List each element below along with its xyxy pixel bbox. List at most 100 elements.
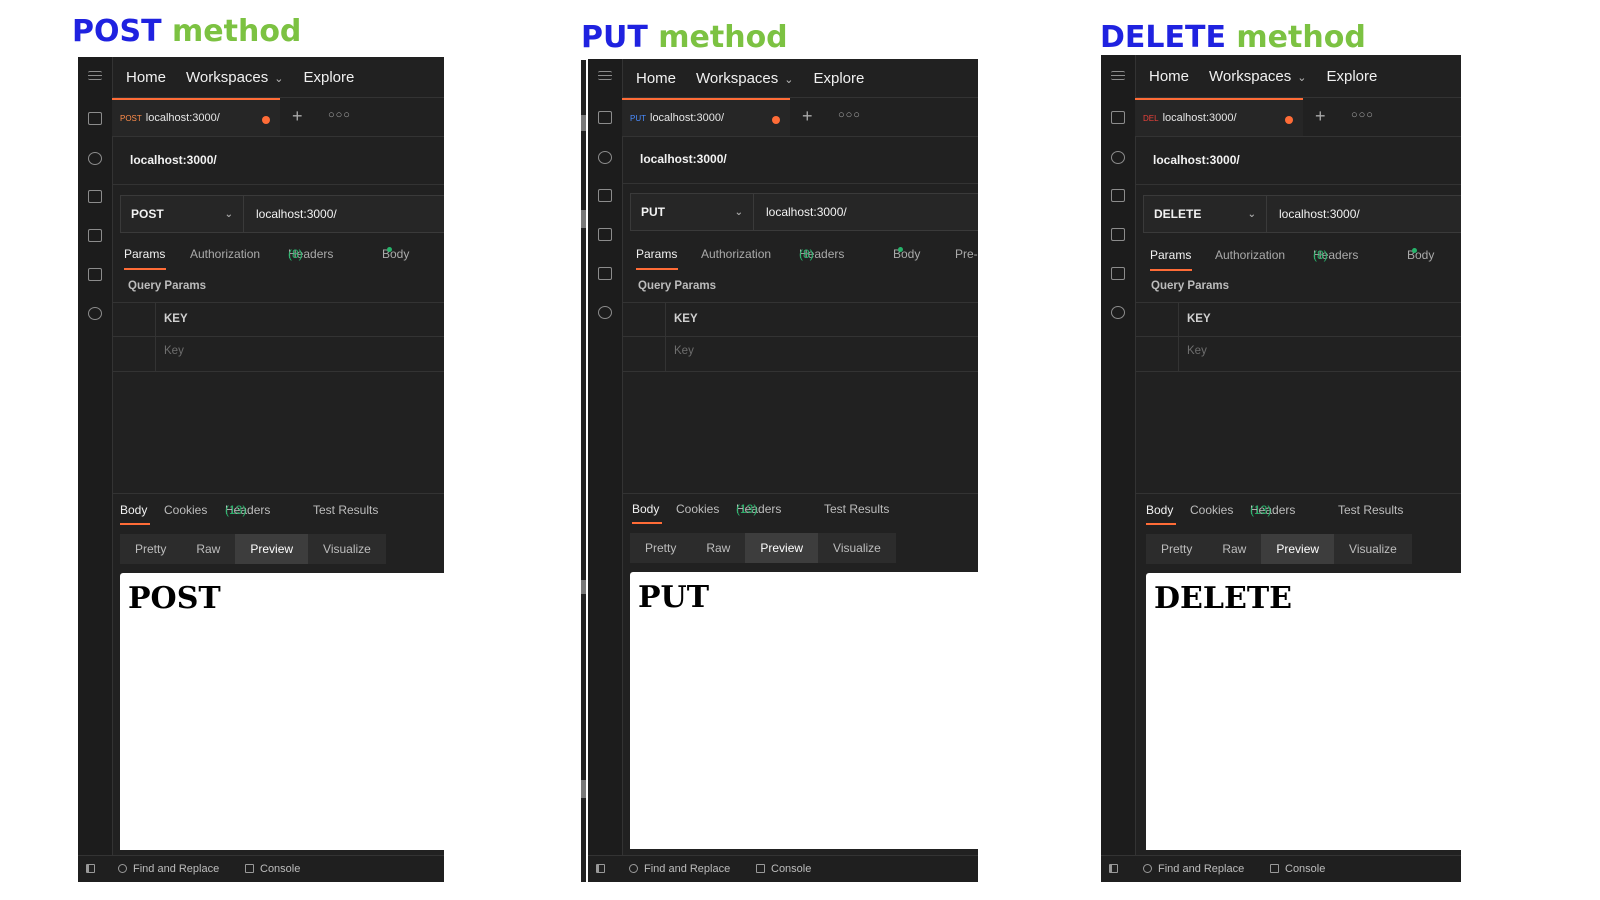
menu-icon[interactable] (88, 71, 102, 80)
monitors-icon[interactable] (598, 267, 612, 280)
environments-icon[interactable] (598, 189, 612, 202)
mock-servers-icon[interactable] (88, 229, 102, 242)
apis-icon[interactable] (598, 151, 612, 164)
console-button[interactable]: Console (1285, 863, 1325, 875)
nav-explore[interactable]: Explore (1327, 68, 1378, 85)
tab-title: localhost:3000/ (650, 112, 724, 124)
resp-tab-test-results[interactable]: Test Results (824, 502, 889, 516)
request-tab[interactable]: PUT localhost:3000/ (622, 98, 790, 136)
toggle-sidebar-icon[interactable] (596, 864, 605, 873)
find-and-replace[interactable]: Find and Replace (133, 863, 219, 875)
resp-tab-body[interactable]: Body (1146, 503, 1173, 517)
view-raw[interactable]: Raw (1207, 534, 1262, 564)
key-input[interactable]: Key (164, 345, 184, 357)
more-options-icon[interactable]: ○○○ (1351, 109, 1374, 121)
collections-icon[interactable] (598, 111, 612, 124)
view-raw[interactable]: Raw (181, 534, 236, 564)
find-and-replace[interactable]: Find and Replace (1158, 863, 1244, 875)
tab-authorization[interactable]: Authorization (701, 247, 771, 261)
request-tab[interactable]: POST localhost:3000/ (112, 98, 280, 136)
environments-icon[interactable] (1111, 189, 1125, 202)
apis-icon[interactable] (1111, 151, 1125, 164)
nav-workspaces[interactable]: Workspaces ⌄ (186, 69, 283, 86)
tab-pre-request-script[interactable]: Pre- (955, 247, 978, 261)
nav-explore[interactable]: Explore (304, 69, 355, 86)
console-icon (1270, 864, 1279, 873)
menu-icon[interactable] (598, 71, 612, 80)
view-visualize[interactable]: Visualize (818, 533, 896, 563)
preview-heading: PUT (638, 580, 710, 615)
column-divider (1178, 303, 1179, 371)
nav-home[interactable]: Home (636, 70, 676, 87)
tab-bar: DEL localhost:3000/ + ○○○ (1135, 98, 1461, 137)
key-input[interactable]: Key (1187, 345, 1207, 357)
url-input[interactable]: localhost:3000/ (244, 196, 337, 232)
view-raw[interactable]: Raw (691, 533, 746, 563)
method-select[interactable]: DELETE ⌄ (1144, 196, 1267, 232)
resp-tab-test-results[interactable]: Test Results (1338, 503, 1403, 517)
method-select[interactable]: PUT ⌄ (631, 194, 754, 230)
menu-icon[interactable] (1111, 71, 1125, 80)
resp-tab-test-results[interactable]: Test Results (313, 503, 378, 517)
find-and-replace[interactable]: Find and Replace (644, 863, 730, 875)
mock-servers-icon[interactable] (1111, 228, 1125, 241)
view-preview[interactable]: Preview (235, 534, 309, 564)
new-tab-plus-icon[interactable]: + (802, 106, 813, 127)
monitors-icon[interactable] (1111, 267, 1125, 280)
more-options-icon[interactable]: ○○○ (328, 109, 351, 121)
nav-explore[interactable]: Explore (814, 70, 865, 87)
view-pretty[interactable]: Pretty (1146, 534, 1208, 564)
view-visualize[interactable]: Visualize (308, 534, 386, 564)
nav-workspaces[interactable]: Workspaces ⌄ (696, 70, 793, 87)
caption-method: POST (72, 14, 162, 49)
toggle-sidebar-icon[interactable] (1109, 864, 1118, 873)
column-divider (665, 303, 666, 371)
view-pretty[interactable]: Pretty (120, 534, 182, 564)
view-preview[interactable]: Preview (745, 533, 819, 563)
resp-tab-body[interactable]: Body (632, 502, 659, 516)
view-preview[interactable]: Preview (1261, 534, 1335, 564)
tab-params[interactable]: Params (1150, 248, 1191, 262)
request-name: localhost:3000/ (1153, 153, 1240, 167)
url-input[interactable]: localhost:3000/ (1267, 196, 1360, 232)
environments-icon[interactable] (88, 190, 102, 203)
nav-workspaces[interactable]: Workspaces ⌄ (1209, 68, 1306, 85)
tab-authorization[interactable]: Authorization (190, 247, 260, 261)
new-tab-plus-icon[interactable]: + (1315, 106, 1326, 127)
query-params-label: Query Params (128, 280, 206, 292)
collections-icon[interactable] (1111, 111, 1125, 124)
mock-servers-icon[interactable] (598, 228, 612, 241)
monitors-icon[interactable] (88, 268, 102, 281)
resp-tab-body[interactable]: Body (120, 503, 147, 517)
resp-tab-cookies[interactable]: Cookies (164, 503, 207, 517)
request-tab[interactable]: DEL localhost:3000/ (1135, 98, 1303, 136)
collections-icon[interactable] (88, 112, 102, 125)
nav-workspaces-label: Workspaces (1209, 67, 1292, 85)
tab-params[interactable]: Params (636, 247, 677, 261)
toggle-sidebar-icon[interactable] (86, 864, 95, 873)
history-icon[interactable] (1111, 306, 1125, 319)
tab-params[interactable]: Params (124, 247, 165, 261)
key-input[interactable]: Key (674, 345, 694, 357)
divider (1135, 184, 1461, 185)
new-tab-plus-icon[interactable]: + (292, 106, 303, 127)
url-input[interactable]: localhost:3000/ (754, 194, 847, 230)
history-icon[interactable] (598, 306, 612, 319)
nav-home[interactable]: Home (126, 69, 166, 86)
console-button[interactable]: Console (771, 863, 811, 875)
nav-home[interactable]: Home (1149, 68, 1189, 85)
method-select[interactable]: POST ⌄ (121, 196, 244, 232)
view-visualize[interactable]: Visualize (1334, 534, 1412, 564)
row-divider (1135, 336, 1461, 337)
url-bar: POST ⌄ localhost:3000/ (120, 195, 444, 233)
params-table: KEY Key (622, 302, 978, 372)
active-tab-underline (636, 268, 678, 270)
resp-tab-cookies[interactable]: Cookies (676, 502, 719, 516)
console-button[interactable]: Console (260, 863, 300, 875)
resp-tab-cookies[interactable]: Cookies (1190, 503, 1233, 517)
view-pretty[interactable]: Pretty (630, 533, 692, 563)
tab-authorization[interactable]: Authorization (1215, 248, 1285, 262)
apis-icon[interactable] (88, 152, 102, 165)
history-icon[interactable] (88, 307, 102, 320)
more-options-icon[interactable]: ○○○ (838, 109, 861, 121)
